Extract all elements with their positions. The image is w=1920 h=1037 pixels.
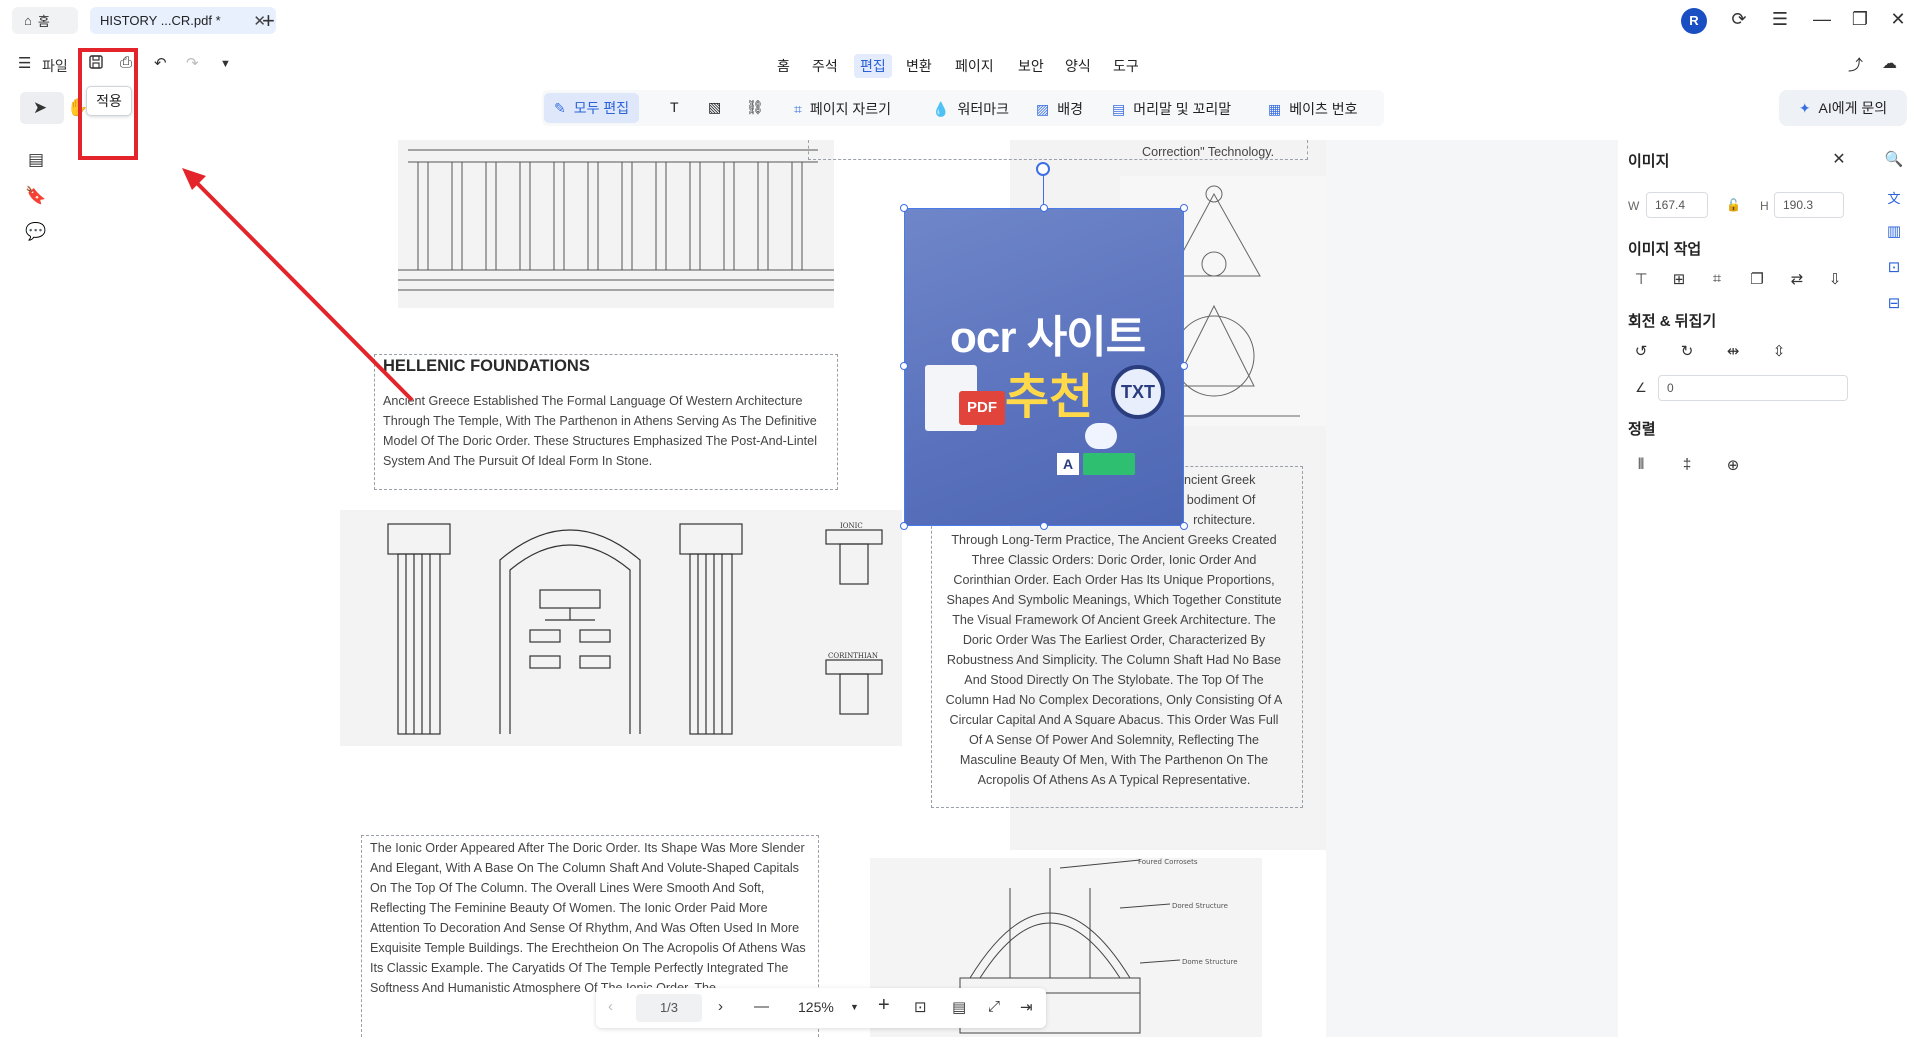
annotation-arrow bbox=[182, 168, 414, 402]
